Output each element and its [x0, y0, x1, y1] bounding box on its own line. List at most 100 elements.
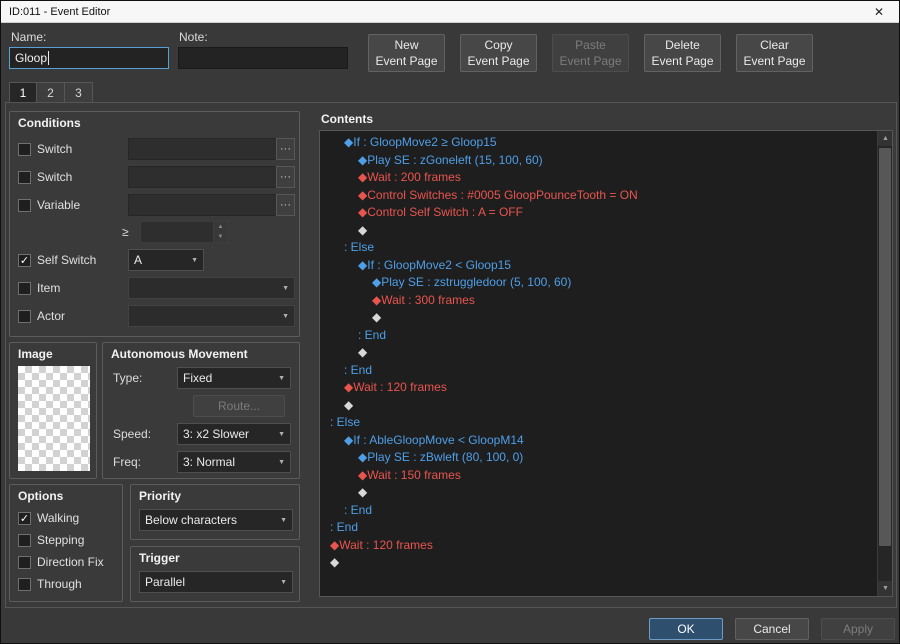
movement-type-select[interactable]: Fixed ▼ [177, 367, 291, 389]
trigger-group: Trigger Parallel ▼ [130, 546, 300, 602]
movement-speed-label: Speed: [113, 427, 152, 441]
condition-item-checkbox[interactable]: Item [18, 281, 60, 295]
event-command-line[interactable]: ◆ [320, 554, 877, 572]
event-command-line[interactable]: ◆If : GloopMove2 < Gloop15 [320, 257, 877, 275]
scrollbar-up-icon[interactable]: ▲ [878, 131, 892, 146]
event-command-line[interactable]: : Else [320, 414, 877, 432]
checkbox-icon [18, 309, 31, 323]
condition-actor-label: Actor [37, 309, 66, 323]
page-button-row: New Event Page Copy Event Page Paste Event… [368, 34, 813, 72]
gte-symbol: ≥ [122, 225, 129, 239]
checkbox-icon [18, 170, 31, 184]
event-command-line[interactable]: ◆Wait : 120 frames [320, 537, 877, 555]
event-command-line[interactable]: : End [320, 519, 877, 537]
self-switch-select[interactable]: A ▼ [128, 249, 204, 271]
new-event-page-button[interactable]: New Event Page [368, 34, 445, 72]
priority-title: Priority [139, 489, 182, 503]
event-command-line[interactable]: : End [320, 502, 877, 520]
condition-switch2-ellipsis-button[interactable]: ··· [276, 166, 295, 188]
chevron-down-icon: ▼ [282, 312, 289, 320]
vertical-scrollbar[interactable]: ▲ ▼ [877, 131, 892, 596]
tab-1[interactable]: 1 [9, 82, 37, 103]
conditions-group: Conditions Switch ··· Switch ··· Variabl… [9, 111, 300, 337]
note-input[interactable] [178, 47, 348, 69]
event-command-line[interactable]: : Else [320, 239, 877, 257]
chevron-down-icon: ▼ [278, 430, 285, 438]
item-select[interactable]: ▼ [128, 277, 295, 299]
event-command-line[interactable]: ◆Play SE : zstruggledoor (5, 100, 60) [320, 274, 877, 292]
event-contents-list[interactable]: ◆If : GloopMove2 ≥ Gloop15 ◆Play SE : zGo… [319, 130, 893, 597]
name-input-value: Gloop [15, 51, 48, 65]
trigger-select[interactable]: Parallel ▼ [139, 571, 293, 593]
checkbox-icon [18, 281, 31, 295]
condition-variable-ellipsis-button[interactable]: ··· [276, 194, 295, 216]
event-command-line[interactable]: : End [320, 327, 877, 345]
event-command-line[interactable]: ◆ [320, 484, 877, 502]
condition-switch1-checkbox[interactable]: Switch [18, 142, 72, 156]
condition-actor-checkbox[interactable]: Actor [18, 309, 65, 323]
movement-freq-select[interactable]: 3: Normal ▼ [177, 451, 291, 473]
route-button[interactable]: Route... [193, 395, 285, 417]
checkbox-icon [18, 198, 31, 212]
condition-switch1-field[interactable] [128, 138, 277, 160]
event-command-line[interactable]: ◆Control Self Switch : A = OFF [320, 204, 877, 222]
spinner-arrows: ▲ ▼ [213, 222, 227, 242]
event-command-line[interactable]: ◆ [320, 344, 877, 362]
close-icon[interactable]: ✕ [859, 1, 899, 23]
name-input[interactable]: Gloop [9, 47, 169, 69]
option-label: Stepping [37, 533, 85, 547]
paste-event-page-button[interactable]: Paste Event Page [552, 34, 629, 72]
condition-switch2-field[interactable] [128, 166, 277, 188]
movement-speed-select[interactable]: 3: x2 Slower ▼ [177, 423, 291, 445]
option-through-checkbox[interactable]: Through [18, 577, 82, 591]
cancel-button[interactable]: Cancel [735, 618, 809, 640]
option-walking-checkbox[interactable]: ✓ Walking [18, 511, 79, 525]
actor-select[interactable]: ▼ [128, 305, 295, 327]
scrollbar-down-icon[interactable]: ▼ [878, 581, 892, 596]
delete-event-page-button[interactable]: Delete Event Page [644, 34, 721, 72]
scrollbar-thumb[interactable] [879, 148, 891, 546]
event-command-line[interactable]: ◆Wait : 200 frames [320, 169, 877, 187]
priority-value: Below characters [145, 513, 238, 527]
event-command-line[interactable]: : End [320, 362, 877, 380]
checkbox-icon: ✓ [18, 253, 31, 267]
condition-variable-checkbox[interactable]: Variable [18, 198, 80, 212]
movement-type-value: Fixed [183, 371, 213, 385]
event-command-line[interactable]: ◆Control Switches : #0005 GloopPounceToo… [320, 187, 877, 205]
spinner-value [141, 222, 213, 242]
event-command-line[interactable]: ◆ [320, 309, 877, 327]
image-title: Image [18, 347, 53, 361]
event-command-line[interactable]: ◆ [320, 222, 877, 240]
character-image-picker[interactable] [18, 366, 90, 471]
event-command-line[interactable]: ◆Wait : 120 frames [320, 379, 877, 397]
option-label: Through [37, 577, 82, 591]
condition-switch2-checkbox[interactable]: Switch [18, 170, 72, 184]
option-direction-fix-checkbox[interactable]: Direction Fix [18, 555, 104, 569]
event-command-line[interactable]: ◆Wait : 300 frames [320, 292, 877, 310]
tab-2[interactable]: 2 [37, 82, 65, 103]
condition-switch1-ellipsis-button[interactable]: ··· [276, 138, 295, 160]
copy-event-page-button[interactable]: Copy Event Page [460, 34, 537, 72]
event-command-line[interactable]: ◆Wait : 150 frames [320, 467, 877, 485]
clear-event-page-button[interactable]: Clear Event Page [736, 34, 813, 72]
event-command-line[interactable]: ◆ [320, 397, 877, 415]
ok-button[interactable]: OK [649, 618, 723, 640]
apply-button[interactable]: Apply [821, 618, 895, 640]
trigger-value: Parallel [145, 575, 186, 589]
titlebar: ID:011 - Event Editor [1, 1, 899, 23]
tab-3[interactable]: 3 [65, 82, 93, 103]
condition-self-switch-checkbox[interactable]: ✓ Self Switch [18, 253, 96, 267]
options-group: Options ✓ Walking Stepping Direction Fix Thr… [9, 484, 123, 602]
event-command-line[interactable]: ◆Play SE : zBwleft (80, 100, 0) [320, 449, 877, 467]
spinner-up-icon[interactable]: ▲ [214, 222, 227, 232]
event-command-line[interactable]: ◆If : AbleGloopMove < GloopM14 [320, 432, 877, 450]
condition-variable-field[interactable] [128, 194, 277, 216]
spinner-down-icon[interactable]: ▼ [214, 232, 227, 242]
event-command-line[interactable]: ◆If : GloopMove2 ≥ Gloop15 [320, 134, 877, 152]
variable-amount-spinner[interactable]: ▲ ▼ [140, 221, 228, 243]
autonomous-movement-group: Autonomous Movement Type: Fixed ▼ Route.… [102, 342, 300, 479]
chevron-down-icon: ▼ [191, 256, 198, 264]
priority-select[interactable]: Below characters ▼ [139, 509, 293, 531]
event-command-line[interactable]: ◆Play SE : zGoneleft (15, 100, 60) [320, 152, 877, 170]
option-stepping-checkbox[interactable]: Stepping [18, 533, 84, 547]
